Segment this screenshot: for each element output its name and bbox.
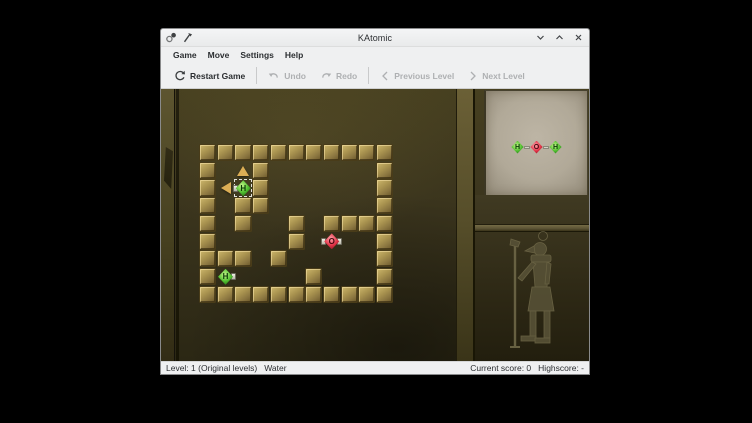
wall-tile bbox=[358, 286, 375, 303]
wall-tile bbox=[305, 268, 322, 285]
wall-tile bbox=[288, 144, 305, 161]
previous-level-button[interactable]: Previous Level bbox=[373, 66, 461, 86]
wall-tile bbox=[234, 197, 251, 214]
status-molecule-name: Water bbox=[264, 363, 286, 373]
wall-tile bbox=[234, 250, 251, 267]
wall-tile bbox=[199, 144, 216, 161]
wall-tile bbox=[234, 144, 251, 161]
preview-atom-h: H bbox=[549, 141, 562, 154]
egyptian-figure-icon bbox=[497, 229, 577, 354]
wall-tile bbox=[358, 144, 375, 161]
wall-tile bbox=[252, 286, 269, 303]
toolbar-label: Restart Game bbox=[190, 71, 245, 81]
game-area: HOH HOH bbox=[161, 89, 589, 361]
wall-tile bbox=[376, 144, 393, 161]
wall-tile bbox=[199, 268, 216, 285]
undo-icon bbox=[268, 70, 280, 82]
target-molecule: HOH bbox=[511, 141, 562, 154]
menubar: GameMoveSettingsHelp bbox=[161, 47, 589, 63]
wall-tile bbox=[376, 268, 393, 285]
atom-h[interactable]: H bbox=[218, 269, 234, 285]
restart-icon bbox=[174, 70, 186, 82]
status-current-score: Current score: 0 bbox=[470, 363, 531, 373]
wall-tile bbox=[270, 286, 287, 303]
wall-tile bbox=[376, 162, 393, 179]
status-level: Level: 1 (Original levels) bbox=[166, 363, 257, 373]
wall-tile bbox=[217, 250, 234, 267]
wall-tile bbox=[199, 250, 216, 267]
chevron-left-icon bbox=[380, 70, 390, 82]
wall-tile bbox=[376, 233, 393, 250]
wall-tile bbox=[341, 286, 358, 303]
undo-button[interactable]: Undo bbox=[261, 66, 313, 86]
wall-tile bbox=[376, 179, 393, 196]
menu-game[interactable]: Game bbox=[168, 49, 202, 61]
wall-tile bbox=[288, 215, 305, 232]
move-arrow-left[interactable] bbox=[221, 182, 231, 194]
wall-tile bbox=[234, 215, 251, 232]
wall-tile bbox=[252, 197, 269, 214]
molecule-preview-panel: HOH bbox=[484, 90, 588, 196]
toolbar-separator bbox=[256, 67, 257, 84]
next-level-button[interactable]: Next Level bbox=[461, 66, 532, 86]
preview-bond bbox=[543, 146, 549, 149]
wall-tile bbox=[305, 144, 322, 161]
toolbar: Restart Game Undo Redo Previous Level Next L… bbox=[161, 63, 589, 89]
wall-tile bbox=[199, 286, 216, 303]
restart-game-button[interactable]: Restart Game bbox=[167, 66, 252, 86]
wall-tile bbox=[252, 179, 269, 196]
toolbar-label: Next Level bbox=[482, 71, 525, 81]
egyptian-relief-decoration bbox=[475, 195, 589, 361]
redo-icon bbox=[320, 70, 332, 82]
wall-tile bbox=[270, 144, 287, 161]
wall-tile bbox=[341, 144, 358, 161]
toolbar-separator bbox=[368, 67, 369, 84]
wall-tile bbox=[217, 286, 234, 303]
wall-tile bbox=[199, 162, 216, 179]
wall-tile bbox=[199, 215, 216, 232]
wall-tile bbox=[199, 197, 216, 214]
wall-tile bbox=[252, 162, 269, 179]
toolbar-label: Previous Level bbox=[394, 71, 454, 81]
preview-bond bbox=[524, 146, 530, 149]
wall-tile bbox=[305, 286, 322, 303]
menu-move[interactable]: Move bbox=[203, 49, 235, 61]
atom-o[interactable]: O bbox=[324, 233, 340, 249]
wall-tile bbox=[323, 286, 340, 303]
preview-atom-h: H bbox=[511, 141, 524, 154]
wall-tile bbox=[323, 144, 340, 161]
wall-tile bbox=[376, 215, 393, 232]
toolbar-label: Undo bbox=[284, 71, 306, 81]
toolbar-label: Redo bbox=[336, 71, 357, 81]
titlebar: KAtomic bbox=[161, 29, 589, 47]
wall-tile bbox=[234, 286, 251, 303]
wall-tile bbox=[270, 250, 287, 267]
wall-tile bbox=[217, 144, 234, 161]
statusbar: Level: 1 (Original levels) Water Current… bbox=[161, 361, 589, 374]
menu-help[interactable]: Help bbox=[280, 49, 308, 61]
preview-atom-o: O bbox=[530, 141, 543, 154]
menu-settings[interactable]: Settings bbox=[235, 49, 279, 61]
maximize-button[interactable] bbox=[553, 32, 565, 44]
move-arrow-up[interactable] bbox=[237, 166, 249, 176]
wall-tile bbox=[358, 215, 375, 232]
minimize-button[interactable] bbox=[534, 32, 546, 44]
status-highscore: Highscore: - bbox=[538, 363, 584, 373]
wall-tile bbox=[376, 250, 393, 267]
wall-tile bbox=[199, 233, 216, 250]
close-button[interactable] bbox=[572, 32, 584, 44]
katomic-window: KAtomic GameMoveSettingsHelp Restart Gam… bbox=[160, 28, 590, 375]
wall-tile bbox=[341, 215, 358, 232]
wall-tile bbox=[288, 233, 305, 250]
wall-tile bbox=[252, 144, 269, 161]
wall-tile bbox=[376, 286, 393, 303]
window-title: KAtomic bbox=[161, 33, 589, 43]
wall-tile bbox=[323, 215, 340, 232]
wall-tile bbox=[376, 197, 393, 214]
wall-tile bbox=[288, 286, 305, 303]
chevron-right-icon bbox=[468, 70, 478, 82]
wall-tile bbox=[199, 179, 216, 196]
redo-button[interactable]: Redo bbox=[313, 66, 364, 86]
